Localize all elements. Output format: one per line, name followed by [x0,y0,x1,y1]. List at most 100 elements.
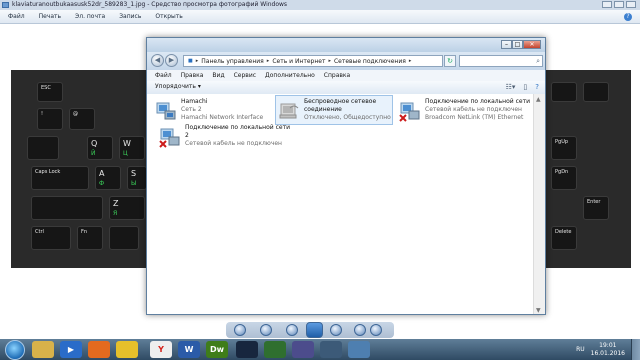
viewer-menu-file[interactable]: Файл [8,13,25,20]
explorer-taskbar-icon[interactable] [32,341,54,358]
menu-help[interactable]: Справка [324,72,350,79]
yandex-taskbar-icon[interactable]: Y [150,341,172,358]
clock-time: 19:01 [599,341,617,349]
next-icon[interactable] [330,324,342,336]
menu-advanced[interactable]: Дополнительно [265,72,315,79]
scroll-down-icon[interactable]: ▼ [536,307,541,314]
explorer-window-controls: – □ ✕ [501,40,541,49]
help-icon[interactable]: ? [535,83,539,91]
key-z: ZЯ [109,196,145,220]
help-icon[interactable]: ? [624,13,632,21]
chevron-right-icon[interactable]: ▸ [328,58,331,64]
refresh-icon[interactable]: ↻ [444,55,456,67]
breadcrumb-network-connections[interactable]: Сетевые подключения [334,58,406,65]
media-player-taskbar-icon[interactable]: ▶ [60,341,82,358]
key-delete: Delete [551,226,577,250]
preview-pane-icon[interactable]: ▯ [523,83,527,91]
breadcrumb-network-internet[interactable]: Сеть и Интернет [272,58,325,65]
dreamweaver-taskbar-icon[interactable]: Dw [206,341,228,358]
menu-view[interactable]: Вид [212,72,224,79]
firefox-taskbar-icon[interactable] [88,341,110,358]
key-ctrl: Ctrl [31,226,71,250]
search-icon: ⌕ [536,57,540,65]
back-icon[interactable]: ◀ [151,54,164,67]
start-button[interactable] [5,340,25,360]
rotate-left-icon[interactable] [354,324,366,336]
viewer-title: klaviaturanoutbukaasusk52dr_589283_1.jpg… [12,1,288,8]
address-bar[interactable]: ■ ▸ Панель управления ▸ Сеть и Интернет … [183,55,443,67]
slideshow-button[interactable] [306,322,323,338]
key-at: @ [69,108,95,130]
connection-status: Сетевой кабель не подключен [185,140,282,147]
connection-device: Broadcom NetLink (TM) Ethernet [425,114,524,121]
menu-edit[interactable]: Правка [181,72,204,79]
viewer-menu-email[interactable]: Эл. почта [75,13,105,20]
vertical-scrollbar[interactable]: ▲ ▼ [533,94,545,314]
explorer-title-bar: – □ ✕ [147,38,545,52]
show-desktop-button[interactable] [631,339,640,360]
clock[interactable]: 19:01 16.01.2016 [591,342,625,358]
language-indicator[interactable]: RU [576,346,585,353]
connection-wireless[interactable]: Беспроводное сетевое соединение Отключен… [275,95,393,125]
search-input[interactable]: ⌕ [459,55,543,67]
maximize-icon[interactable] [614,1,624,8]
key-w: WЦ [119,136,145,160]
scroll-up-icon[interactable]: ▲ [536,96,541,103]
menu-tools[interactable]: Сервис [234,72,256,79]
media-taskbar-icon[interactable] [292,341,314,358]
network-adapter-icon [156,102,176,120]
key-pgup-top [551,82,577,102]
minimize-icon[interactable]: – [501,40,512,49]
minimize-icon[interactable] [602,1,612,8]
photo-viewer-taskbar-icon[interactable] [348,341,370,358]
toolbar-right: ☷▾ ▯ ? [506,83,539,91]
photoshop-taskbar-icon[interactable] [236,341,258,358]
viewer-menu-burn[interactable]: Запись [119,13,141,20]
view-options-icon[interactable]: ☷▾ [506,83,516,91]
close-icon[interactable] [626,1,636,8]
network-folder-icon: ■ [188,58,193,64]
connection-name-line2: соединение [304,106,342,113]
connection-name: Подключение по локальной сети [425,98,530,105]
key-pgdn: PgDn [551,166,577,190]
key-enter: Enter [583,196,609,220]
connection-name: Подключение по локальной сети [185,124,290,131]
viewer-menu-print[interactable]: Печать [39,13,61,20]
chevron-right-icon[interactable]: ▸ [409,58,412,64]
chevron-right-icon[interactable]: ▸ [196,58,199,64]
menu-file[interactable]: Файл [155,72,172,79]
command-bar: Упорядочить ▾ ☷▾ ▯ ? [147,81,545,95]
rotate-right-icon[interactable] [370,324,382,336]
key-a: AФ [95,166,121,190]
connection-name: Беспроводное сетевое [304,98,377,105]
organize-button[interactable]: Упорядочить ▾ [155,83,201,90]
connection-name-line2: 2 [185,132,189,139]
nvidia-taskbar-icon[interactable] [264,341,286,358]
previous-icon[interactable] [286,324,298,336]
clock-date: 16.01.2016 [590,349,625,357]
viewer-menu-bar: Файл Печать Эл. почта Запись Открыть [0,10,640,24]
sandbox-taskbar-icon[interactable] [116,341,138,358]
maximize-icon[interactable]: □ [512,40,523,49]
connection-network: Сеть 2 [181,106,202,113]
explorer-menu-bar: Файл Правка Вид Сервис Дополнительно Спр… [147,70,545,81]
zoom-icon[interactable] [234,324,246,336]
close-icon[interactable]: ✕ [523,40,541,49]
viewer-title-bar: klaviaturanoutbukaasusk52dr_589283_1.jpg… [0,0,640,10]
breadcrumb-control-panel[interactable]: Панель управления [201,58,264,65]
chevron-right-icon[interactable]: ▸ [267,58,270,64]
key-esc: ESC [37,82,63,102]
network-taskbar-icon[interactable] [320,341,342,358]
key-exclam: ! [37,108,63,130]
key-tab [27,136,59,160]
forward-icon[interactable]: ▶ [165,54,178,67]
connection-lan-1[interactable]: Подключение по локальной сети Сетевой ка… [397,96,530,126]
key-caps-lock: Caps Lock [31,166,89,190]
key-shift [31,196,103,220]
viewer-menu-open[interactable]: Открыть [155,13,182,20]
wireless-adapter-icon [279,103,299,119]
word-taskbar-icon[interactable]: W [178,341,200,358]
actual-size-icon[interactable] [260,324,272,336]
connection-lan-2[interactable]: Подключение по локальной сети 2 Сетевой … [157,122,290,152]
connection-device: Hamachi Network Interface [181,114,264,121]
